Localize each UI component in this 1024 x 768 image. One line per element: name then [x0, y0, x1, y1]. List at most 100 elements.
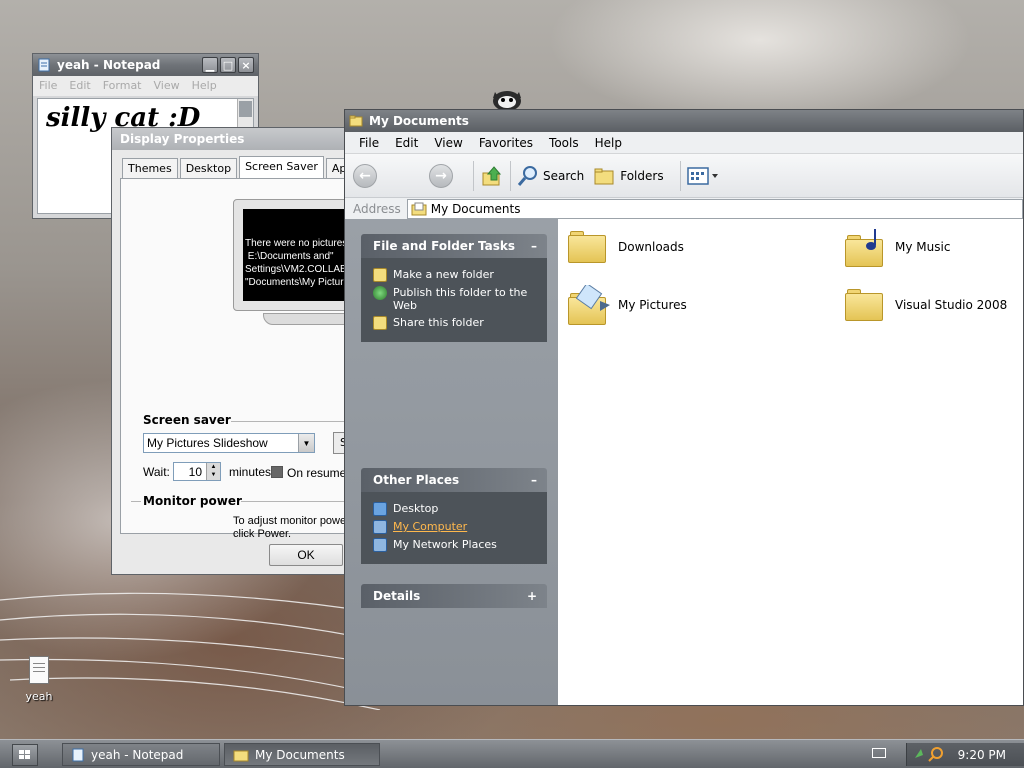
- search-label: Search: [543, 168, 585, 183]
- minimize-button[interactable]: ▁: [202, 57, 218, 73]
- notepad-icon: [72, 748, 84, 761]
- screen-saver-value: My Pictures Slideshow: [147, 436, 268, 450]
- on-resume-checkbox[interactable]: [271, 466, 283, 478]
- tray-icons[interactable]: [913, 746, 945, 762]
- place-my-computer[interactable]: My Computer: [373, 520, 537, 534]
- chevron-down-icon[interactable]: ▼: [298, 434, 314, 452]
- explorer-content: Downloads My Music My Pictures Visual St…: [558, 219, 1023, 705]
- wait-spinner[interactable]: 10 ▲ ▼: [173, 462, 221, 481]
- folders-label: Folders: [620, 168, 664, 183]
- folder-my-pictures[interactable]: My Pictures: [568, 285, 687, 325]
- menu-tools[interactable]: Tools: [541, 136, 587, 150]
- file-folder-tasks-box: File and Folder Tasks – Make a new folde…: [361, 234, 547, 342]
- other-places-header[interactable]: Other Places –: [361, 468, 547, 492]
- explorer-task-pane: File and Folder Tasks – Make a new folde…: [345, 219, 558, 705]
- display-properties-titlebar[interactable]: Display Properties: [112, 128, 360, 150]
- display-properties-window[interactable]: Display Properties Themes Desktop Screen…: [111, 127, 361, 575]
- task-share-folder[interactable]: Share this folder: [373, 316, 537, 330]
- expand-icon[interactable]: +: [527, 589, 537, 603]
- spinner-arrows-icon[interactable]: ▲ ▼: [206, 463, 220, 480]
- display-properties-title: Display Properties: [120, 132, 245, 146]
- menu-favorites[interactable]: Favorites: [471, 136, 541, 150]
- folders-button[interactable]: Folders: [594, 166, 664, 186]
- globe-icon: [373, 286, 387, 300]
- folder-my-music[interactable]: My Music: [845, 227, 950, 267]
- monitor-power-heading: Monitor power: [143, 494, 242, 508]
- tab-screen-saver[interactable]: Screen Saver: [239, 156, 324, 178]
- notepad-titlebar[interactable]: yeah - Notepad ▁ □ ×: [33, 54, 258, 76]
- ok-button[interactable]: OK: [269, 544, 343, 566]
- my-documents-window[interactable]: My Documents File Edit View Favorites To…: [344, 109, 1024, 706]
- start-button[interactable]: [12, 744, 38, 766]
- collapse-icon[interactable]: –: [531, 473, 537, 487]
- notepad-icon: [38, 58, 50, 72]
- menu-edit[interactable]: Edit: [387, 136, 426, 150]
- share-folder-icon: [373, 316, 387, 330]
- address-bar: Address My Documents: [345, 198, 1023, 220]
- back-button[interactable]: ←: [353, 163, 377, 188]
- menu-help[interactable]: Help: [192, 79, 217, 93]
- place-desktop[interactable]: Desktop: [373, 502, 537, 516]
- screen-saver-heading: Screen saver: [143, 413, 231, 427]
- search-icon: [517, 165, 537, 186]
- address-label: Address: [353, 201, 401, 216]
- desktop-icon-yeah[interactable]: yeah: [14, 656, 64, 703]
- minutes-label: minutes: [229, 465, 272, 479]
- windows-logo-icon: [19, 750, 30, 759]
- taskbar-my-documents-button[interactable]: My Documents: [224, 743, 380, 766]
- details-header[interactable]: Details +: [361, 584, 547, 608]
- search-button[interactable]: Search: [517, 165, 584, 187]
- task-publish-web[interactable]: Publish this folder to the Web: [373, 286, 537, 312]
- taskbar: yeah - Notepad My Documents 9:20 PM: [0, 739, 1024, 768]
- details-box: Details +: [361, 584, 547, 608]
- tab-themes[interactable]: Themes: [122, 158, 178, 178]
- tab-desktop[interactable]: Desktop: [179, 158, 238, 178]
- monitor-power-text: To adjust monitor power click Power.: [233, 515, 350, 540]
- forward-button[interactable]: →: [429, 163, 453, 188]
- file-folder-tasks-header[interactable]: File and Folder Tasks –: [361, 234, 547, 258]
- clock[interactable]: 9:20 PM: [958, 748, 1006, 762]
- folder-icon: [233, 750, 249, 761]
- explorer-title: My Documents: [369, 114, 469, 128]
- screen-saver-panel: There were no pictures E:\Documents and"…: [120, 178, 360, 540]
- menu-help[interactable]: Help: [587, 136, 630, 150]
- wait-label: Wait:: [143, 465, 170, 479]
- menu-format[interactable]: Format: [103, 79, 142, 93]
- menu-view[interactable]: View: [154, 79, 180, 93]
- maximize-button[interactable]: □: [220, 57, 236, 73]
- place-network[interactable]: My Network Places: [373, 538, 537, 552]
- address-value: My Documents: [430, 201, 521, 216]
- computer-icon: [373, 520, 387, 534]
- close-button[interactable]: ×: [238, 57, 254, 73]
- menu-file[interactable]: File: [351, 136, 387, 150]
- screen-saver-select[interactable]: My Pictures Slideshow ▼: [143, 433, 315, 453]
- collapse-icon[interactable]: –: [531, 239, 537, 253]
- views-icon[interactable]: [686, 166, 719, 186]
- keyboard-icon[interactable]: [872, 748, 886, 758]
- my-documents-icon: [411, 202, 427, 215]
- folder-icon: [349, 115, 363, 127]
- other-places-box: Other Places – Desktop My Computer My Ne…: [361, 468, 547, 564]
- folder-icon: [845, 289, 883, 321]
- folder-icon: [568, 231, 606, 263]
- new-folder-icon: [373, 268, 387, 282]
- notepad-title: yeah - Notepad: [57, 58, 161, 72]
- notepad-menubar: File Edit Format View Help: [33, 76, 258, 96]
- taskbar-notepad-button[interactable]: yeah - Notepad: [62, 743, 220, 766]
- folders-icon: [594, 168, 614, 184]
- menu-edit[interactable]: Edit: [69, 79, 90, 93]
- music-folder-icon: [845, 227, 883, 267]
- menu-file[interactable]: File: [39, 79, 57, 93]
- explorer-titlebar[interactable]: My Documents: [345, 110, 1023, 132]
- up-folder-icon[interactable]: [480, 164, 504, 188]
- task-make-new-folder[interactable]: Make a new folder: [373, 268, 537, 282]
- folder-visual-studio-2008[interactable]: Visual Studio 2008: [845, 289, 1007, 321]
- folder-downloads[interactable]: Downloads: [568, 231, 684, 263]
- explorer-menubar: File Edit View Favorites Tools Help: [345, 132, 1023, 154]
- address-field[interactable]: My Documents: [406, 198, 1023, 219]
- pictures-folder-icon: [568, 285, 610, 325]
- network-icon: [373, 538, 387, 552]
- explorer-toolbar: ← → Search Folders: [345, 154, 1023, 198]
- menu-view[interactable]: View: [426, 136, 470, 150]
- wait-value: 10: [188, 465, 202, 479]
